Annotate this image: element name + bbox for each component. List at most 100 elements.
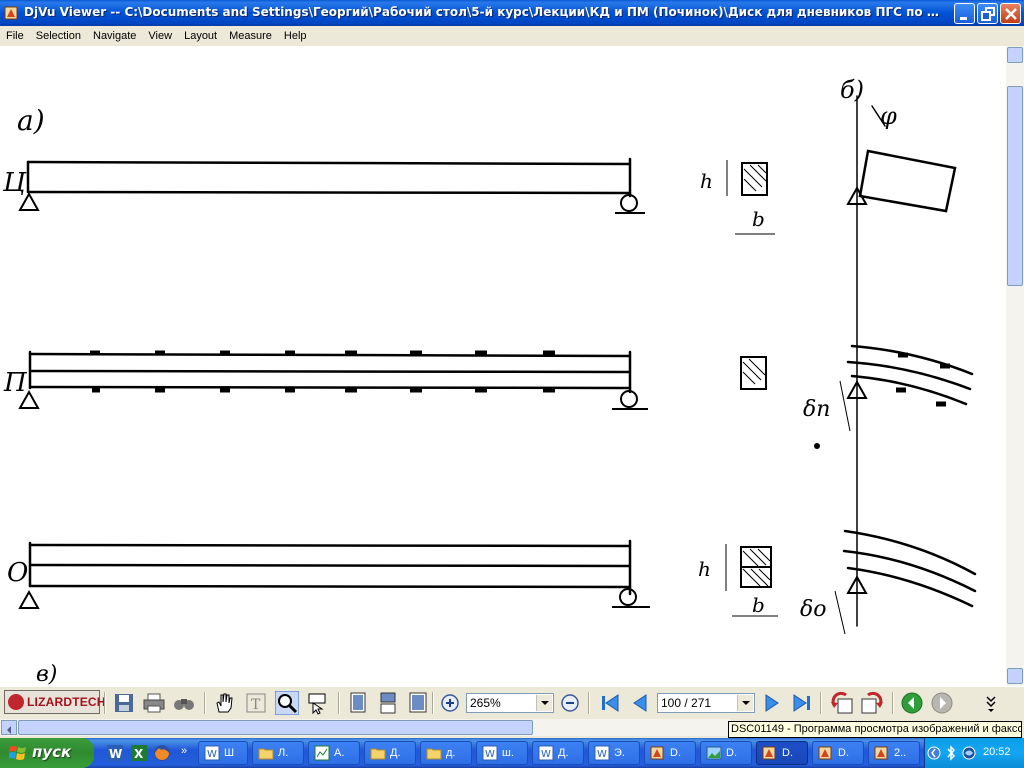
zoom-select[interactable]: 265% — [466, 693, 554, 713]
taskbar-item-label: D. — [670, 747, 681, 759]
horizontal-scroll-thumb[interactable] — [18, 720, 533, 735]
taskbar-item[interactable]: W Э. — [588, 741, 640, 765]
minimize-icon — [960, 17, 967, 20]
taskbar-item[interactable]: D. — [644, 741, 696, 765]
scroll-thumb[interactable] — [1007, 86, 1023, 286]
close-button[interactable] — [1000, 3, 1021, 24]
djvu-app-icon — [4, 6, 18, 20]
svg-text:W: W — [541, 749, 551, 760]
taskbar-item[interactable]: W Д. — [532, 741, 584, 765]
djvu-app-icon — [650, 746, 664, 760]
continuous-icon[interactable] — [376, 691, 400, 715]
maximize-button[interactable] — [977, 3, 998, 24]
menu-view[interactable]: View — [142, 26, 178, 43]
restore-icon — [981, 7, 995, 21]
label-p: П — [3, 368, 28, 398]
last-page-icon[interactable] — [790, 691, 814, 715]
bluetooth-icon[interactable] — [944, 745, 958, 761]
prev-page-icon[interactable] — [628, 691, 652, 715]
taskbar-item[interactable]: Wш. — [476, 741, 528, 765]
print-icon[interactable] — [142, 691, 166, 715]
windows-flag-icon — [9, 746, 26, 760]
label-b: б) — [840, 76, 864, 104]
toolbar-overflow-chevron-icon[interactable] — [984, 691, 998, 715]
forward-icon[interactable] — [930, 691, 954, 715]
window-title: DjVu Viewer -- C:\Documents and Settings… — [24, 5, 944, 19]
page-select[interactable]: 100 / 271 — [657, 693, 755, 713]
tooltip: DSC01149 - Программа просмотра изображен… — [728, 721, 1022, 738]
taskbar-item[interactable]: 2.. — [868, 741, 920, 765]
hand-icon[interactable] — [212, 691, 236, 715]
back-icon[interactable] — [900, 691, 924, 715]
label-o: О — [7, 558, 28, 588]
label-h-top: h — [700, 169, 713, 193]
taskbar-item-label: ш. — [502, 747, 514, 759]
lizardtech-logo-icon — [8, 694, 24, 710]
label-delta-o: δо — [800, 597, 827, 622]
zoom-out-icon[interactable] — [558, 691, 582, 715]
chart-app-icon — [314, 745, 330, 761]
folder-icon — [426, 748, 442, 760]
save-icon[interactable] — [112, 691, 136, 715]
word-doc-icon: W — [482, 745, 498, 761]
vertical-scrollbar[interactable] — [1006, 46, 1024, 686]
clock[interactable]: 20:52 — [983, 746, 1011, 758]
word-doc-icon: W — [204, 745, 220, 761]
scroll-down-button[interactable] — [1007, 668, 1023, 684]
separator — [432, 692, 434, 714]
quicklaunch-overflow-icon[interactable]: » — [181, 745, 187, 757]
system-tray: 20:52 — [924, 738, 1024, 768]
scanned-page-drawing: а) б) Ц П О h b h b φ δп δо в) — [2, 76, 977, 686]
taskbar-item[interactable]: д. — [420, 741, 472, 765]
separator — [104, 692, 106, 714]
scroll-up-button[interactable] — [1007, 47, 1023, 63]
find-icon[interactable] — [172, 691, 196, 715]
scroll-left-button[interactable] — [1, 720, 17, 735]
taskbar-item-active[interactable]: D. — [756, 741, 808, 765]
taskbar-item-label: D. — [838, 747, 849, 759]
svg-text:T: T — [251, 697, 261, 713]
folder-icon — [370, 748, 386, 760]
first-page-icon[interactable] — [598, 691, 622, 715]
text-select-icon[interactable]: T — [244, 691, 268, 715]
menu-help[interactable]: Help — [278, 26, 313, 43]
chevron-down-icon[interactable] — [536, 695, 552, 711]
region-select-icon[interactable] — [306, 691, 330, 715]
menu-layout[interactable]: Layout — [178, 26, 223, 43]
firefox-quicklaunch-icon[interactable] — [153, 744, 171, 762]
single-page-icon[interactable] — [346, 691, 370, 715]
taskbar-item[interactable]: D. — [700, 741, 752, 765]
separator — [338, 692, 340, 714]
horizontal-scrollbar[interactable] — [0, 719, 730, 736]
facing-icon[interactable] — [406, 691, 430, 715]
rotate-right-icon[interactable] — [860, 691, 884, 715]
minimize-button[interactable] — [954, 3, 975, 24]
taskbar-item[interactable]: А. — [308, 741, 360, 765]
tray-expand-icon[interactable] — [927, 745, 941, 761]
chevron-down-icon[interactable] — [737, 695, 753, 711]
djvu-app-icon — [874, 746, 888, 760]
word-quicklaunch-icon[interactable]: W — [106, 744, 124, 762]
zoom-tool-icon[interactable] — [275, 691, 299, 715]
menu-file[interactable]: File — [0, 26, 30, 43]
menu-navigate[interactable]: Navigate — [87, 26, 142, 43]
menu-measure[interactable]: Measure — [223, 26, 278, 43]
rotate-left-icon[interactable] — [830, 691, 854, 715]
separator — [204, 692, 206, 714]
taskbar-item[interactable]: WШ — [198, 741, 248, 765]
network-icon[interactable] — [961, 745, 977, 761]
document-view[interactable]: а) б) Ц П О h b h b φ δп δо в) — [0, 46, 1006, 686]
svg-text:W: W — [207, 749, 217, 760]
start-button[interactable]: пуск — [0, 738, 94, 768]
word-doc-icon: W — [594, 745, 610, 761]
zoom-in-icon[interactable] — [438, 691, 462, 715]
svg-text:W: W — [485, 749, 495, 760]
label-ts: Ц — [2, 168, 27, 198]
taskbar-item[interactable]: D. — [812, 741, 864, 765]
taskbar-item[interactable]: Л. — [252, 741, 304, 765]
taskbar-item[interactable]: Д. — [364, 741, 416, 765]
next-page-icon[interactable] — [760, 691, 784, 715]
menu-selection[interactable]: Selection — [30, 26, 87, 43]
excel-quicklaunch-icon[interactable]: X — [130, 744, 148, 762]
separator — [892, 692, 894, 714]
